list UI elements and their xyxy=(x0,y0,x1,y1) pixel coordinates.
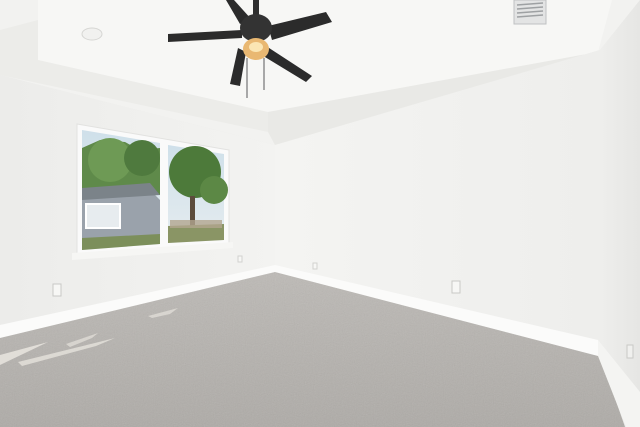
electrical-outlet xyxy=(52,283,62,297)
fence xyxy=(170,220,222,228)
electrical-outlet xyxy=(312,262,318,270)
neighbor-house-window xyxy=(85,203,121,229)
electrical-outlet xyxy=(626,344,634,359)
smoke-detector xyxy=(81,27,103,41)
tree-foliage xyxy=(124,140,160,176)
electrical-outlet xyxy=(237,255,243,263)
electrical-outlet xyxy=(451,280,461,294)
fan-downrod xyxy=(253,0,259,16)
fan-motor-housing xyxy=(240,14,272,42)
room-photo xyxy=(0,0,640,427)
room-illustration xyxy=(0,0,640,427)
fan-light-glow xyxy=(249,42,263,52)
